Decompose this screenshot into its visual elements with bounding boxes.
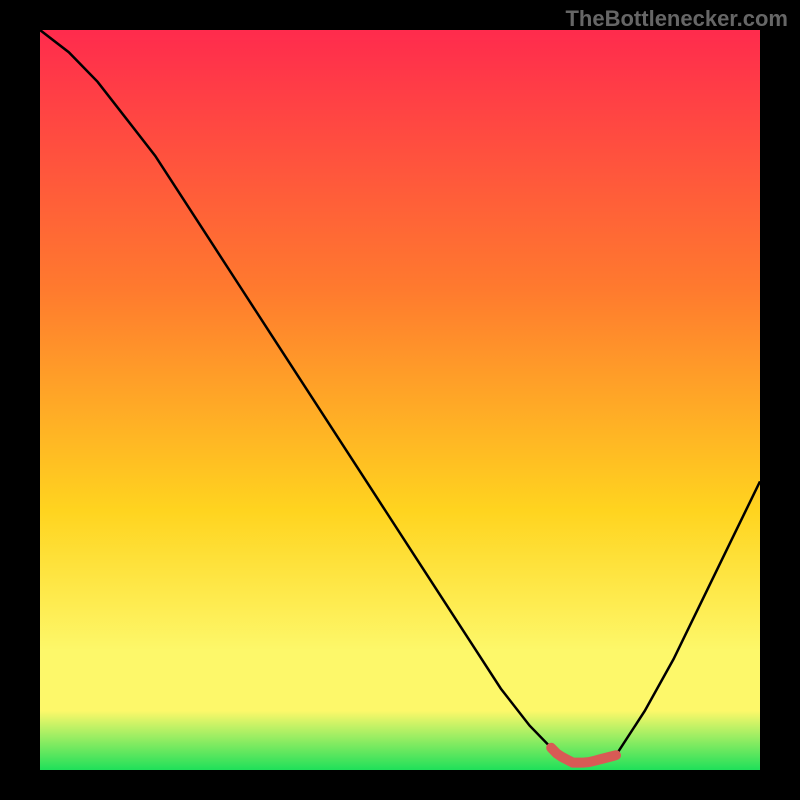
- gradient-background: [40, 30, 760, 770]
- chart-svg: [40, 30, 760, 770]
- plot-area: [40, 30, 760, 770]
- watermark-text: TheBottlenecker.com: [565, 6, 788, 32]
- chart-container: TheBottlenecker.com: [0, 0, 800, 800]
